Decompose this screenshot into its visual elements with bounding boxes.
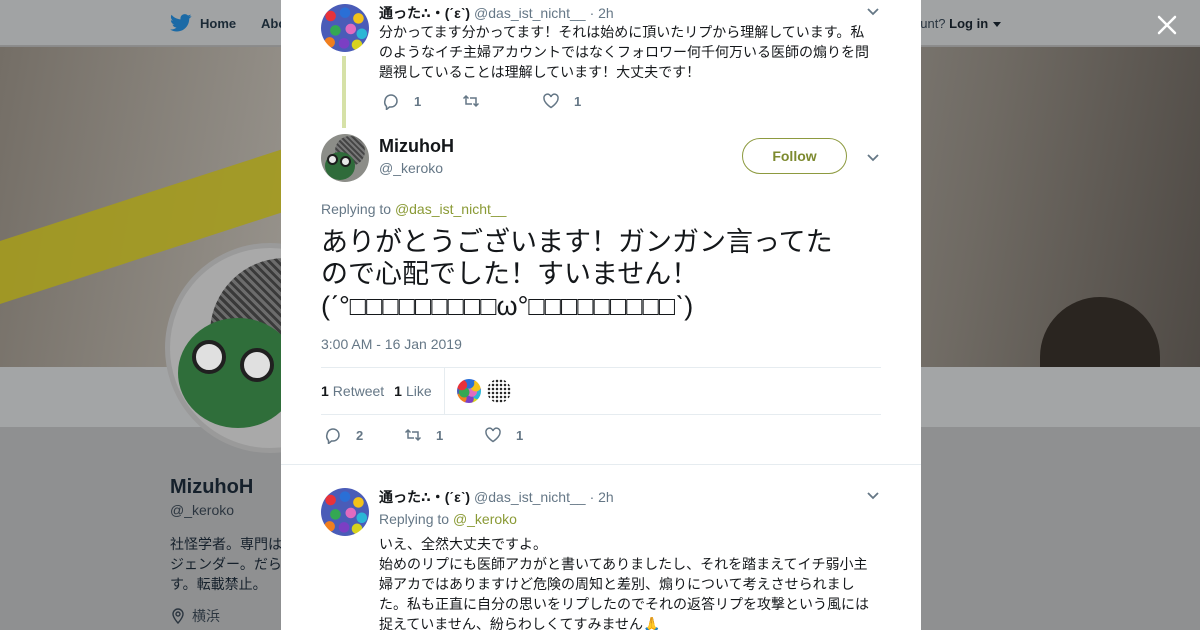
avatar-frog-eye xyxy=(192,340,226,374)
profile-handle: @_keroko xyxy=(170,502,235,518)
header-shadow xyxy=(1040,297,1160,367)
bio-line: す。転載禁止。 xyxy=(170,576,267,592)
bio-line: ジェンダー。だら xyxy=(170,556,282,572)
location-text: 横浜 xyxy=(192,608,220,624)
nav-home[interactable]: Home xyxy=(170,14,236,32)
reply-icon xyxy=(325,428,340,444)
liker-avatar[interactable] xyxy=(486,379,511,403)
close-button[interactable] xyxy=(1154,12,1180,38)
likes-stat[interactable]: 1 Like xyxy=(394,383,431,399)
likes-label: Like xyxy=(405,383,432,399)
avatar[interactable] xyxy=(321,134,369,182)
replying-to-label: Replying to xyxy=(321,201,392,217)
avatar[interactable] xyxy=(321,488,369,536)
likes-num: 1 xyxy=(394,383,402,399)
replying-to: Replying to @_keroko xyxy=(379,511,517,527)
tweet-header: 通った∴・(ˊεˋ) @das_ist_nicht__ · 2h xyxy=(379,487,614,507)
reply-action[interactable]: 2 xyxy=(324,426,404,444)
profile-name: MizuhoH xyxy=(170,476,254,498)
retweet-icon xyxy=(404,428,422,442)
reply-icon xyxy=(383,94,398,110)
tweet-text: いえ、全然大丈夫ですよ。 始めのリプにも医師アカがと書いてありましたし、それを踏… xyxy=(379,534,874,630)
close-icon xyxy=(1157,15,1177,35)
chevron-down-icon[interactable] xyxy=(865,149,881,165)
bio-line: 社怪学者。専門は xyxy=(170,536,282,552)
retweets-num: 1 xyxy=(321,383,329,399)
like-action[interactable]: 1 xyxy=(484,426,523,444)
replying-to-mention[interactable]: @das_ist_nicht__ xyxy=(395,201,507,217)
chevron-down-icon[interactable] xyxy=(865,3,881,19)
avatar-frog xyxy=(178,318,298,428)
tweet-stats: 1 Retweet 1 Like xyxy=(321,367,881,415)
stats-divider xyxy=(443,367,445,415)
tweet-text: ありがとうございます！ガンガン言ってた ので心配でした！すいません！ (ˊ°□□… xyxy=(321,226,881,322)
tweet-time[interactable]: · 2h xyxy=(590,5,614,21)
retweet-count: 1 xyxy=(436,427,444,443)
tweet-text-line: いえ、全然大丈夫ですよ。 xyxy=(379,536,547,552)
tweet-text-line: ありがとうございます！ガンガン言ってた xyxy=(321,227,833,257)
author-name[interactable]: MizuhoH xyxy=(379,136,454,157)
heart-icon xyxy=(485,427,501,443)
login-link[interactable]: Log in xyxy=(949,16,988,31)
tweet-text-line: (ˊ°□□□□□□□□□ω°□□□□□□□□□ˋ) xyxy=(321,291,694,321)
avatar-frog-eye xyxy=(327,154,338,165)
thread-connector xyxy=(342,56,346,128)
nav-home-label: Home xyxy=(200,15,237,31)
profile-bio: 社怪学者。専門は ジェンダー。だら す。転載禁止。 xyxy=(170,534,282,594)
retweets-stat[interactable]: 1 Retweet xyxy=(321,383,384,399)
tweet-timestamp[interactable]: 3:00 AM - 16 Jan 2019 xyxy=(321,336,462,352)
section-divider xyxy=(281,464,921,465)
replying-to-mention[interactable]: @_keroko xyxy=(453,511,517,527)
user-handle[interactable]: @das_ist_nicht__ xyxy=(474,489,586,505)
tweet-text-line: 始めのリプにも医師アカがと書いてありましたし、それを踏まえてイチ弱小主婦アカでは… xyxy=(379,556,869,630)
tweet-text: 分かってます分かってます！それは始めに頂いたリプから理解しています。私のようなイ… xyxy=(379,24,869,80)
retweet-action[interactable] xyxy=(462,92,542,110)
retweet-action[interactable]: 1 xyxy=(404,426,484,444)
user-name[interactable]: 通った∴・(ˊεˋ) xyxy=(379,3,470,23)
tweet-time[interactable]: · 2h xyxy=(590,489,614,505)
tweet-actions: 1 1 xyxy=(382,92,581,110)
replying-to: Replying to @das_ist_nicht__ xyxy=(321,201,506,217)
twitter-bird-icon xyxy=(170,14,192,32)
author-handle[interactable]: @_keroko xyxy=(379,160,443,176)
reply-count: 1 xyxy=(414,93,422,109)
like-count: 1 xyxy=(516,427,524,443)
heart-icon xyxy=(543,93,559,109)
reply-action[interactable]: 1 xyxy=(382,92,462,110)
location-pin-icon xyxy=(172,608,184,624)
like-count: 1 xyxy=(574,93,582,109)
caret-down-icon xyxy=(992,22,1001,27)
avatar-frog-eye xyxy=(240,348,274,382)
follow-button[interactable]: Follow xyxy=(742,138,847,174)
retweet-icon xyxy=(462,94,480,108)
replying-to-label: Replying to xyxy=(379,511,450,527)
tweet-header: 通った∴・(ˊεˋ) @das_ist_nicht__ · 2h xyxy=(379,3,614,23)
reply-count: 2 xyxy=(356,427,364,443)
retweets-label: Retweet xyxy=(332,383,385,399)
liker-avatar[interactable] xyxy=(456,379,481,403)
avatar[interactable] xyxy=(321,4,369,52)
like-action[interactable]: 1 xyxy=(542,92,581,110)
tweet-actions: 2 1 1 xyxy=(324,426,523,444)
user-handle[interactable]: @das_ist_nicht__ xyxy=(474,5,586,21)
avatar-frog-eye xyxy=(340,156,351,167)
tweet-text-line: ので心配でした！すいません！ xyxy=(321,259,699,289)
user-name[interactable]: 通った∴・(ˊεˋ) xyxy=(379,487,470,507)
profile-location: 横浜 xyxy=(170,606,220,626)
chevron-down-icon[interactable] xyxy=(865,487,881,503)
